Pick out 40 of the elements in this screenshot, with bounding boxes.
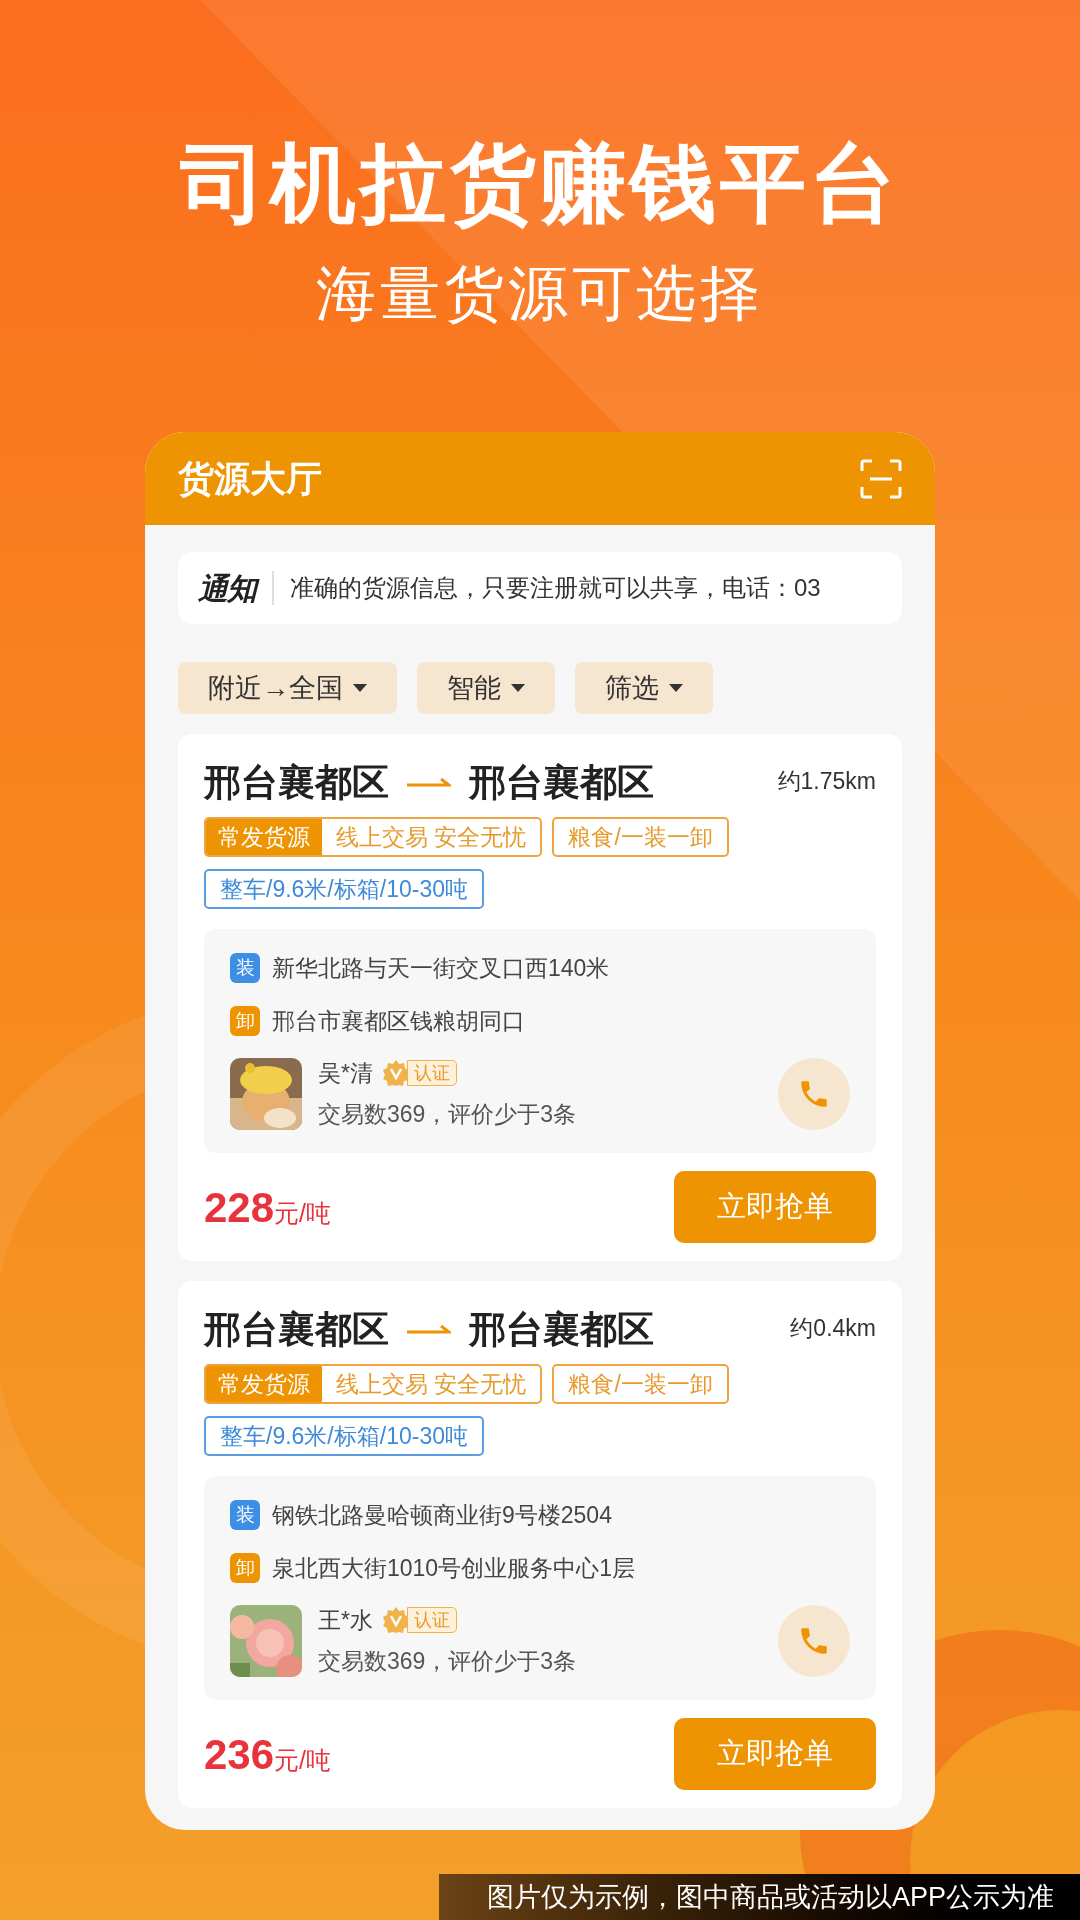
- origin-city: 邢台襄都区: [204, 1311, 389, 1348]
- shipper-name: 吴*清: [318, 1059, 373, 1088]
- destination-city: 邢台襄都区: [469, 764, 654, 801]
- price-text: 236元/吨: [204, 1729, 332, 1780]
- distance-text: 约1.75km: [777, 767, 876, 796]
- shipper-name: 王*水: [318, 1606, 373, 1635]
- distance-text: 约0.4km: [790, 1314, 876, 1343]
- app-title: 货源大厅: [178, 456, 322, 501]
- vehicle-tag: 整车/9.6米/标箱/10-30吨: [204, 869, 484, 909]
- caret-icon: [353, 684, 367, 692]
- caret-icon: [511, 684, 525, 692]
- vehicle-tag: 整车/9.6米/标箱/10-30吨: [204, 1416, 484, 1456]
- cargo-tag: 粮食/一装一卸: [552, 817, 729, 857]
- notice-bar[interactable]: 通知 准确的货源信息，只要注册就可以共享，电话：03: [178, 552, 902, 624]
- shipper-stats: 交易数369，评价少于3条: [318, 1646, 578, 1676]
- shipper-stats: 交易数369，评价少于3条: [318, 1099, 578, 1129]
- loading-badge: 装: [230, 1500, 260, 1531]
- destination-city: 邢台襄都区: [469, 1311, 654, 1348]
- notice-text: 准确的货源信息，只要注册就可以共享，电话：03: [290, 573, 821, 603]
- filter-button[interactable]: 筛选: [575, 662, 713, 714]
- disclaimer: 图片仅为示例，图中商品或活动以APP公示为准: [439, 1874, 1080, 1920]
- unloading-badge: 卸: [230, 1552, 260, 1583]
- subheadline: 海量货源可选择: [316, 264, 764, 324]
- unloading-badge: 卸: [230, 1005, 260, 1036]
- loading-address: 钢铁北路曼哈顿商业街9号楼2504: [272, 1501, 612, 1530]
- scan-icon[interactable]: [860, 458, 902, 499]
- unloading-address: 邢台市襄都区钱粮胡同口: [272, 1006, 525, 1036]
- loading-address: 新华北路与天一街交叉口西140米: [272, 954, 610, 983]
- origin-city: 邢台襄都区: [204, 764, 389, 801]
- badge-text: 常发货源: [206, 819, 322, 855]
- badge-note: 线上交易 安全无忧: [335, 1369, 528, 1399]
- cargo-tag: 粮食/一装一卸: [552, 1364, 729, 1404]
- caret-icon: [669, 684, 683, 692]
- badge-note: 线上交易 安全无忧: [335, 822, 528, 852]
- unloading-address: 泉北西大街1010号创业服务中心1层: [272, 1553, 635, 1583]
- filter-button[interactable]: 智能: [417, 662, 555, 714]
- loading-badge: 装: [230, 953, 260, 984]
- badge-text: 常发货源: [206, 1366, 322, 1402]
- filter-button[interactable]: 附近→全国: [178, 662, 397, 714]
- price-text: 228元/吨: [204, 1182, 332, 1233]
